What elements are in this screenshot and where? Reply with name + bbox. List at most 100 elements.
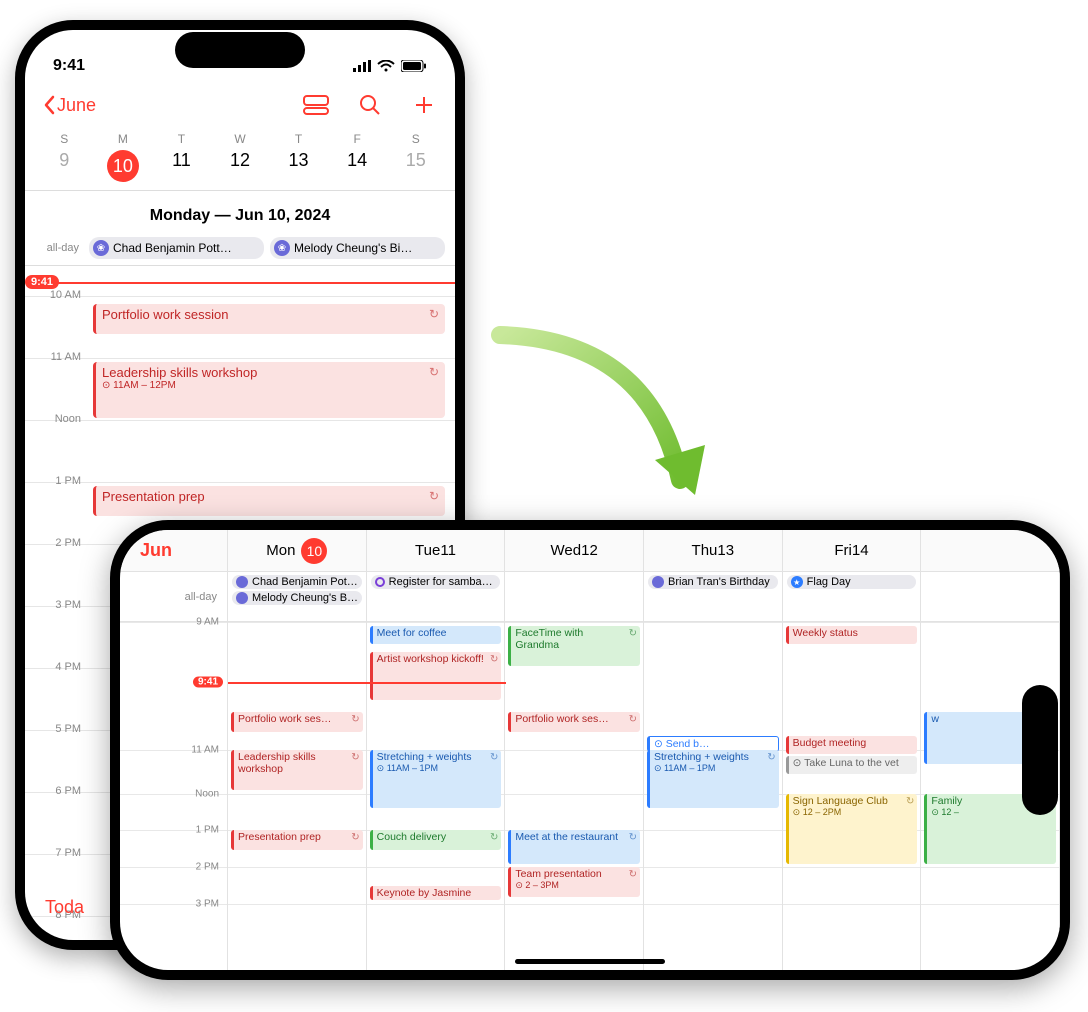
recurring-icon: ↻	[629, 714, 637, 726]
month-label[interactable]: Jun	[120, 530, 228, 572]
calendar-event[interactable]: Sign Language Club⊙ 12 – 2PM↻	[786, 794, 918, 864]
day-header[interactable]: Thu 13	[644, 530, 783, 572]
week-day-letter: T	[152, 132, 211, 146]
calendar-event[interactable]: FaceTime with Grandma↻	[508, 626, 640, 666]
add-event-button[interactable]	[411, 92, 437, 118]
day-name: Tue	[415, 542, 440, 559]
week-day-number: 9	[35, 150, 94, 171]
dynamic-island	[1022, 685, 1058, 815]
hour-gridline	[228, 794, 366, 795]
hour-label: 4 PM	[33, 661, 81, 673]
home-indicator[interactable]	[515, 959, 665, 964]
hour-gridline	[505, 750, 643, 751]
day-column[interactable]: Weekly status Budget meeting ⊙ Take Luna t…	[783, 622, 922, 970]
event-title: Keynote by Jasmine	[377, 887, 486, 899]
week-day-column[interactable]: S15	[386, 128, 445, 190]
landscape-screen: JunMon 10Tue 11Wed 12Thu 13Fri 14all-day…	[120, 530, 1060, 970]
calendar-event[interactable]: Portfolio work ses…↻	[231, 712, 363, 732]
day-number-selected: 10	[301, 538, 327, 564]
calendar-event[interactable]: Artist workshop kickoff! ↻	[370, 652, 502, 700]
hour-gridline	[783, 867, 921, 868]
calendar-event[interactable]: Budget meeting	[786, 736, 918, 754]
week-day-number: 15	[386, 150, 445, 171]
allday-event[interactable]: Register for samba…	[371, 575, 501, 589]
calendar-event[interactable]: Portfolio work ses… ↻	[508, 712, 640, 732]
week-day-column[interactable]: M10	[94, 128, 153, 190]
view-toggle-button[interactable]	[303, 92, 329, 118]
calendar-event[interactable]: Meet for coffee	[370, 626, 502, 644]
event-category-icon	[236, 592, 248, 604]
week-header: S9M10T11W12T13F14S15	[25, 128, 455, 191]
week-day-column[interactable]: T11	[152, 128, 211, 190]
event-time: ⊙ 11AM – 1PM	[654, 763, 763, 773]
allday-event[interactable]: Chad Benjamin Pot…	[232, 575, 362, 589]
gift-icon: ❀	[93, 240, 109, 256]
hour-label: 10 AM	[33, 289, 81, 301]
day-header[interactable]: Fri 14	[783, 530, 922, 572]
recurring-icon: ↻	[490, 654, 498, 666]
hour-label: 2 PM	[33, 537, 81, 549]
day-header[interactable]: Mon 10	[228, 530, 367, 572]
allday-event[interactable]: Melody Cheung's B…	[232, 591, 362, 605]
hour-label: 11 AM	[191, 745, 219, 756]
week-day-column[interactable]: S9	[35, 128, 94, 190]
calendar-event[interactable]: ⊙ Take Luna to the vet	[786, 756, 918, 774]
calendar-event[interactable]: Presentation prep↻	[231, 830, 363, 850]
allday-cell: Chad Benjamin Pot… Melody Cheung's B…	[228, 572, 367, 622]
calendar-event[interactable]: Presentation prep↻	[93, 486, 445, 516]
wifi-icon	[377, 60, 395, 72]
day-column[interactable]: ⊙ Send b…Stretching + weights⊙ 11AM – 1P…	[644, 622, 783, 970]
day-column[interactable]: FaceTime with Grandma↻ Portfolio work ses…	[505, 622, 644, 970]
day-number: 11	[440, 542, 456, 559]
calendar-event[interactable]: Team presentation⊙ 2 – 3PM↻	[508, 867, 640, 897]
calendar-event[interactable]: Leadership skills workshop⊙ 11AM – 12PM↻	[93, 362, 445, 418]
week-day-column[interactable]: F14	[328, 128, 387, 190]
calendar-event[interactable]: Portfolio work session↻	[93, 304, 445, 334]
day-name: Fri	[834, 542, 852, 559]
calendar-event[interactable]: Stretching + weights⊙ 11AM – 1PM↻	[370, 750, 502, 808]
event-time: ⊙ 12 –	[931, 807, 1040, 817]
hour-gridline	[783, 622, 921, 623]
allday-event[interactable]: Brian Tran's Birthday	[648, 575, 778, 589]
allday-event-title: Register for samba…	[389, 576, 493, 588]
calendar-event[interactable]: Meet at the restaurant↻	[508, 830, 640, 864]
week-day-number: 14	[328, 150, 387, 171]
week-day-column[interactable]: T13	[269, 128, 328, 190]
event-title: ⊙ Take Luna to the vet	[793, 757, 902, 769]
event-time: ⊙ 11AM – 12PM	[102, 380, 257, 391]
calendar-event[interactable]: Stretching + weights⊙ 11AM – 1PM↻	[647, 750, 779, 808]
day-column[interactable]: Portfolio work ses…↻ Leadership skills wo…	[228, 622, 367, 970]
nav-back-button[interactable]: June	[43, 95, 96, 116]
calendar-event[interactable]: Keynote by Jasmine	[370, 886, 502, 900]
search-button[interactable]	[357, 92, 383, 118]
allday-event[interactable]: ❀Chad Benjamin Pott…	[89, 237, 264, 259]
day-header[interactable]	[921, 530, 1060, 572]
recurring-icon: ↻	[767, 752, 775, 764]
allday-event[interactable]: ★Flag Day	[787, 575, 917, 589]
event-title: Budget meeting	[793, 737, 902, 749]
allday-row: all-day ❀Chad Benjamin Pott… ❀Melody Che…	[25, 233, 455, 266]
calendar-event[interactable]: Couch delivery↻	[370, 830, 502, 850]
status-icons	[353, 60, 427, 72]
week-day-column[interactable]: W12	[211, 128, 270, 190]
today-button[interactable]: Toda	[45, 897, 84, 918]
allday-event[interactable]: ❀Melody Cheung's Bi…	[270, 237, 445, 259]
day-number: 12	[581, 542, 598, 559]
day-name: Mon	[266, 542, 295, 559]
day-header[interactable]: Wed 12	[505, 530, 644, 572]
event-title: Couch delivery	[377, 831, 486, 843]
event-title: Presentation prep	[238, 831, 347, 843]
day-column[interactable]: Meet for coffee Artist workshop kickoff! ↻…	[367, 622, 506, 970]
event-title: Portfolio work ses…	[515, 713, 624, 725]
day-number: 13	[717, 542, 734, 559]
day-header[interactable]: Tue 11	[367, 530, 506, 572]
hour-gridline	[783, 904, 921, 905]
event-title: Artist workshop kickoff!	[377, 653, 486, 665]
phone-landscape-frame: JunMon 10Tue 11Wed 12Thu 13Fri 14all-day…	[110, 520, 1070, 980]
hour-gridline	[921, 867, 1059, 868]
week-grid[interactable]: JunMon 10Tue 11Wed 12Thu 13Fri 14all-day…	[120, 530, 1060, 970]
event-title: Meet for coffee	[377, 627, 486, 639]
calendar-event[interactable]: Weekly status	[786, 626, 918, 644]
calendar-event[interactable]: Leadership skills workshop↻	[231, 750, 363, 790]
hour-label: 1 PM	[196, 825, 219, 836]
